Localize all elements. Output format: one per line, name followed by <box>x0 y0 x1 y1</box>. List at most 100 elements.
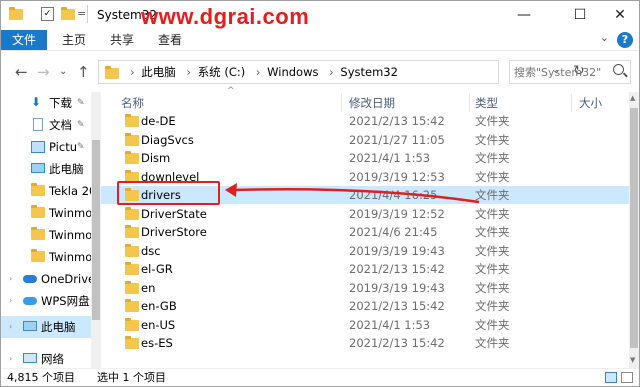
scroll-down-icon[interactable]: ▼ <box>630 356 635 364</box>
sidebar-item-twinmotion-2[interactable]: Twinmo <box>1 224 91 246</box>
ribbon-expand-icon[interactable]: ⌄ <box>600 31 609 44</box>
network-icon <box>23 353 37 363</box>
minimize-button[interactable]: — <box>501 1 547 30</box>
navigation-pane: ⬇ 下载 ✎ 文档 ✎ Pictu ✎ 此电脑 ✎ Tekla 20 Twinm… <box>1 92 101 368</box>
search-icon[interactable] <box>613 64 624 75</box>
sidebar-item-twinmotion-1[interactable]: Twinmo <box>1 202 91 224</box>
breadcrumb-separator[interactable]: › <box>186 65 191 79</box>
large-icons-view-icon[interactable] <box>621 372 633 383</box>
search-input[interactable] <box>514 64 610 80</box>
tab-home[interactable]: 主页 <box>56 30 92 50</box>
address-bar[interactable]: › 此电脑 › 系统 (C:) › Windows › System32 ⌄ ↻ <box>98 60 585 84</box>
file-name: el-GR <box>141 262 173 276</box>
table-row[interactable]: en-US 2021/4/1 1:53 文件夹 <box>101 316 629 334</box>
sidebar-item-tekla[interactable]: Tekla 20 <box>1 180 91 202</box>
expand-icon[interactable]: › <box>9 316 12 338</box>
column-divider[interactable] <box>341 94 342 112</box>
file-type: 文件夹 <box>475 151 510 165</box>
column-header-name[interactable]: 名称 <box>121 92 144 114</box>
table-row[interactable]: dsc 2019/3/19 19:43 文件夹 <box>101 242 629 260</box>
breadcrumb-system32[interactable]: System32 <box>340 65 398 79</box>
column-divider[interactable] <box>571 94 572 112</box>
file-type: 文件夹 <box>475 243 510 258</box>
breadcrumb-separator[interactable]: › <box>329 65 334 79</box>
help-icon[interactable]: ? <box>617 32 633 48</box>
details-view-icon[interactable] <box>605 372 617 383</box>
close-button[interactable]: ✕ <box>597 1 640 30</box>
file-name: en <box>141 280 156 295</box>
recent-locations-button[interactable]: ⌄ <box>59 63 67 81</box>
file-type: 文件夹 <box>475 262 510 276</box>
file-name: DiagSvcs <box>141 132 194 147</box>
file-type: 文件夹 <box>475 299 510 313</box>
quick-access-properties-icon[interactable]: ✓ <box>41 7 54 21</box>
scroll-up-icon[interactable]: ▲ <box>630 94 635 102</box>
sidebar-item-twinmotion-3[interactable]: Twinmo <box>1 246 91 268</box>
breadcrumb-c-drive[interactable]: 系统 (C:) <box>198 65 246 79</box>
breadcrumb-windows[interactable]: Windows <box>267 65 318 79</box>
sidebar-item-label: 下载 <box>49 96 72 110</box>
sidebar-item-pictures[interactable]: Pictu ✎ <box>1 136 91 158</box>
modified-date: 2019/3/19 19:43 <box>349 280 445 295</box>
pin-icon: ✎ <box>77 120 85 130</box>
file-list-scrollbar[interactable]: ▲ ▼ <box>629 92 639 368</box>
file-type: 文件夹 <box>475 132 510 147</box>
breadcrumb-separator[interactable]: › <box>256 65 261 79</box>
table-row[interactable]: en 2019/3/19 19:43 文件夹 <box>101 279 629 297</box>
tab-share[interactable]: 共享 <box>104 30 140 50</box>
sidebar-item-label: Pictu <box>49 140 77 154</box>
search-box[interactable] <box>509 60 631 84</box>
modified-date: 2021/4/1 1:53 <box>349 317 431 332</box>
table-row[interactable]: DriverStore 2021/4/6 21:45 文件夹 <box>101 223 629 241</box>
sidebar-item-downloads[interactable]: ⬇ 下载 ✎ <box>1 92 91 114</box>
sidebar-item-label: OneDrive <box>41 272 91 286</box>
sidebar-scrollbar[interactable] <box>91 92 101 368</box>
file-type: 文件夹 <box>475 225 510 239</box>
back-button[interactable]: ← <box>15 63 28 81</box>
sidebar-item-documents[interactable]: 文档 ✎ <box>1 114 91 136</box>
expand-icon[interactable]: › <box>9 290 12 312</box>
folder-icon <box>125 132 139 146</box>
sidebar-item-onedrive[interactable]: › OneDrive <box>1 268 91 290</box>
up-button[interactable]: ↑ <box>77 63 90 81</box>
column-header-date[interactable]: 修改日期 <box>349 92 395 114</box>
quick-access-menu-icon[interactable]: = <box>77 7 86 20</box>
sidebar-item-wps-drive[interactable]: › WPS网盘 <box>1 290 91 312</box>
expand-icon[interactable]: › <box>9 348 12 370</box>
file-name: es-ES <box>141 336 173 350</box>
sidebar-item-network[interactable]: › 网络 <box>1 348 91 370</box>
table-row[interactable]: es-ES 2021/2/13 15:42 文件夹 <box>101 334 629 352</box>
file-name: dsc <box>141 243 161 258</box>
breadcrumb-separator: › <box>130 65 135 79</box>
modified-date: 2021/2/13 15:42 <box>349 114 445 128</box>
watermark-text: www.dgrai.com <box>141 4 310 29</box>
modified-date: 2021/2/13 15:42 <box>349 299 445 313</box>
table-row[interactable]: de-DE 2021/2/13 15:42 文件夹 <box>101 112 629 130</box>
forward-button[interactable]: → <box>37 63 50 81</box>
folder-icon <box>125 243 139 257</box>
breadcrumb-this-pc[interactable]: 此电脑 <box>141 65 176 79</box>
sidebar-scrollbar-thumb[interactable] <box>92 140 100 320</box>
expand-icon[interactable]: › <box>9 268 12 290</box>
table-row[interactable]: el-GR 2021/2/13 15:42 文件夹 <box>101 260 629 278</box>
column-divider[interactable] <box>469 94 470 112</box>
table-row[interactable]: Dism 2021/4/1 1:53 文件夹 <box>101 149 629 167</box>
modified-date: 2021/1/27 11:05 <box>349 132 445 147</box>
sidebar-item-label: 网络 <box>41 352 64 366</box>
column-header-size[interactable]: 大小 <box>579 92 602 114</box>
scrollbar-thumb[interactable] <box>630 108 638 348</box>
table-row[interactable]: DiagSvcs 2021/1/27 11:05 文件夹 <box>101 131 629 149</box>
folder-icon <box>125 151 139 164</box>
sidebar-item-this-pc[interactable]: › 此电脑 <box>1 316 91 338</box>
sidebar-item-label: 此电脑 <box>41 320 76 334</box>
cloud-icon <box>23 275 37 283</box>
computer-icon <box>23 321 37 331</box>
tab-view[interactable]: 查看 <box>152 30 188 50</box>
table-row[interactable]: en-GB 2021/2/13 15:42 文件夹 <box>101 297 629 315</box>
folder-icon <box>31 227 45 241</box>
modified-date: 2019/3/19 19:43 <box>349 243 445 258</box>
quick-access-new-folder-icon[interactable] <box>61 7 75 21</box>
tab-file[interactable]: 文件 <box>1 30 47 50</box>
sidebar-item-this-pc-pinned[interactable]: 此电脑 ✎ <box>1 158 91 180</box>
column-header-type[interactable]: 类型 <box>475 92 498 114</box>
